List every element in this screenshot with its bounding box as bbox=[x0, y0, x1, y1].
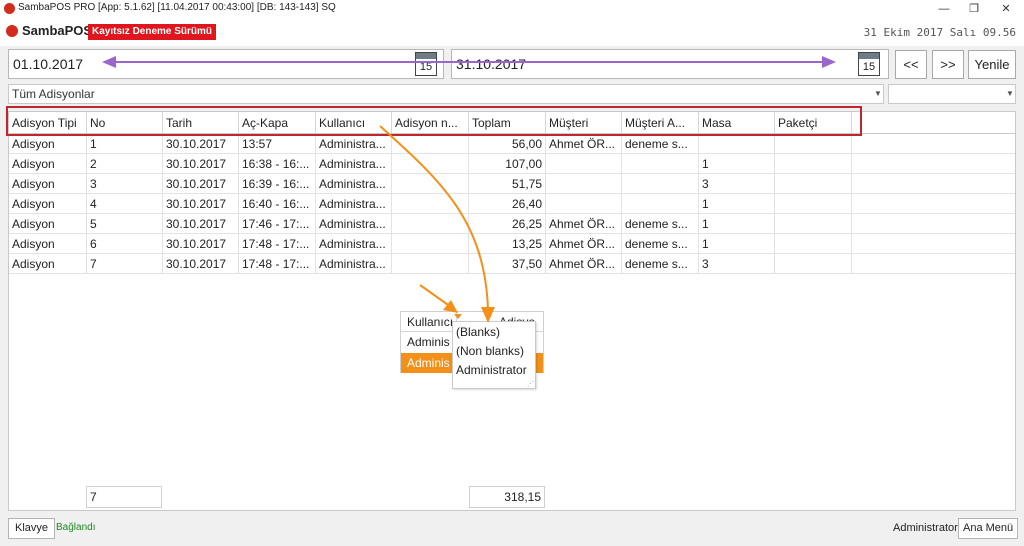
grid-cell-filler[interactable] bbox=[852, 254, 1015, 274]
grid-cell[interactable]: 1 bbox=[699, 214, 775, 234]
grid-cell[interactable]: Ahmet ÖR... bbox=[546, 234, 622, 254]
grid-cell[interactable] bbox=[622, 154, 699, 174]
brand-bar: SambaPOS Kayıtsız Deneme Sürümü 31 Ekim … bbox=[0, 18, 1024, 46]
app-icon bbox=[4, 3, 15, 14]
grid-cell[interactable]: 17:48 - 17:... bbox=[239, 254, 316, 274]
end-calendar-icon[interactable]: 15 bbox=[858, 52, 880, 76]
filter-option-administrator[interactable]: Administrator bbox=[456, 361, 527, 380]
close-button[interactable]: ✕ bbox=[990, 0, 1022, 18]
grid-cell[interactable]: 30.10.2017 bbox=[163, 134, 239, 154]
grid-cell[interactable] bbox=[775, 154, 852, 174]
window-title: SambaPOS PRO [App: 5.1.62] [11.04.2017 0… bbox=[18, 2, 336, 13]
grid-cell[interactable]: Ahmet ÖR... bbox=[546, 214, 622, 234]
chevron-down-icon: ▼ bbox=[1006, 89, 1014, 98]
grid-cell[interactable]: deneme s... bbox=[622, 254, 699, 274]
chevron-down-icon: ▼ bbox=[874, 89, 882, 98]
grid-cell[interactable]: 1 bbox=[699, 194, 775, 214]
resize-grip-icon[interactable]: ⋰ bbox=[527, 380, 534, 388]
grid-cell[interactable]: 3 bbox=[699, 254, 775, 274]
grid-cell-filler[interactable] bbox=[852, 234, 1015, 254]
grid-cell[interactable]: 30.10.2017 bbox=[163, 214, 239, 234]
grid-cell[interactable]: Adisyon bbox=[9, 194, 87, 214]
annotation-arrow-icon bbox=[379, 125, 495, 323]
grid-cell[interactable]: 30.10.2017 bbox=[163, 154, 239, 174]
grid-cell[interactable]: 16:39 - 16:... bbox=[239, 174, 316, 194]
minimize-button[interactable]: — bbox=[928, 0, 960, 18]
logo-icon bbox=[6, 25, 18, 37]
grid-cell[interactable]: deneme s... bbox=[622, 214, 699, 234]
grid-cell[interactable] bbox=[622, 174, 699, 194]
grid-cell[interactable]: Adisyon bbox=[9, 134, 87, 154]
footer-total: 318,15 bbox=[469, 486, 545, 508]
main-menu-button[interactable]: Ana Menü bbox=[958, 518, 1019, 539]
grid-cell[interactable] bbox=[775, 174, 852, 194]
grid-cell[interactable]: Ahmet ÖR... bbox=[546, 134, 622, 154]
title-bar: SambaPOS PRO [App: 5.1.62] [11.04.2017 0… bbox=[0, 0, 1024, 18]
footer-count: 7 bbox=[86, 486, 162, 508]
grid-cell[interactable] bbox=[546, 194, 622, 214]
trial-badge: Kayıtsız Deneme Sürümü bbox=[88, 24, 217, 40]
grid-cell-filler[interactable] bbox=[852, 214, 1015, 234]
grid-cell[interactable] bbox=[546, 154, 622, 174]
grid-cell[interactable] bbox=[775, 234, 852, 254]
start-date-value: 01.10.2017 bbox=[13, 56, 84, 72]
connection-status: Bağlandı bbox=[56, 522, 96, 533]
grid-cell[interactable]: 17:48 - 17:... bbox=[239, 234, 316, 254]
keyboard-button[interactable]: Klavye bbox=[8, 518, 56, 539]
grid-cell[interactable]: 30.10.2017 bbox=[163, 254, 239, 274]
grid-cell-filler[interactable] bbox=[852, 154, 1015, 174]
clock: 31 Ekim 2017 Salı 09.56 bbox=[863, 26, 1016, 39]
refresh-button[interactable]: Yenile bbox=[968, 50, 1016, 79]
grid-cell[interactable]: 30.10.2017 bbox=[163, 234, 239, 254]
grid-cell[interactable]: Adisyon bbox=[9, 214, 87, 234]
grid-cell[interactable] bbox=[775, 134, 852, 154]
grid-cell[interactable]: Adisyon bbox=[9, 234, 87, 254]
grid-cell[interactable]: 17:46 - 17:... bbox=[239, 214, 316, 234]
grid-cell[interactable] bbox=[775, 214, 852, 234]
next-period-button[interactable]: >> bbox=[932, 50, 964, 79]
grid-cell[interactable]: deneme s... bbox=[622, 134, 699, 154]
filter-example-row: Adminis bbox=[407, 335, 450, 349]
grid-cell[interactable]: 3 bbox=[699, 174, 775, 194]
grid-cell[interactable]: 16:40 - 16:... bbox=[239, 194, 316, 214]
grid-cell[interactable]: 4 bbox=[87, 194, 163, 214]
grid-cell[interactable]: 13:57 bbox=[239, 134, 316, 154]
grid-cell[interactable]: 30.10.2017 bbox=[163, 194, 239, 214]
grid-cell-filler[interactable] bbox=[852, 134, 1015, 154]
grid-cell-filler[interactable] bbox=[852, 174, 1015, 194]
logo-text: SambaPOS bbox=[22, 23, 93, 38]
column-header-filler bbox=[852, 112, 1015, 134]
grid-cell[interactable] bbox=[699, 134, 775, 154]
grid-cell[interactable]: 16:38 - 16:... bbox=[239, 154, 316, 174]
grid-cell[interactable]: Ahmet ÖR... bbox=[546, 254, 622, 274]
grid-cell[interactable]: 1 bbox=[699, 234, 775, 254]
grid-cell[interactable]: 2 bbox=[87, 154, 163, 174]
grid-cell[interactable] bbox=[546, 174, 622, 194]
grid-cell[interactable] bbox=[775, 254, 852, 274]
secondary-select[interactable]: ▼ bbox=[888, 84, 1016, 104]
date-range-arrow-icon bbox=[102, 56, 836, 68]
grid-cell[interactable]: 6 bbox=[87, 234, 163, 254]
grid-cell[interactable] bbox=[622, 194, 699, 214]
ticket-type-value: Tüm Adisyonlar bbox=[12, 87, 95, 101]
grid-cell[interactable]: 30.10.2017 bbox=[163, 174, 239, 194]
grid-cell[interactable]: Adisyon bbox=[9, 254, 87, 274]
grid-cell-filler[interactable] bbox=[852, 194, 1015, 214]
restore-button[interactable]: ❐ bbox=[958, 0, 990, 18]
grid-cell[interactable]: 7 bbox=[87, 254, 163, 274]
grid-cell[interactable]: 1 bbox=[699, 154, 775, 174]
current-user: Administrator bbox=[893, 522, 958, 534]
status-bar bbox=[0, 514, 1024, 546]
grid-cell[interactable]: Adisyon bbox=[9, 154, 87, 174]
grid-cell[interactable]: deneme s... bbox=[622, 234, 699, 254]
grid-cell[interactable]: 5 bbox=[87, 214, 163, 234]
prev-period-button[interactable]: << bbox=[895, 50, 927, 79]
grid-cell[interactable]: 1 bbox=[87, 134, 163, 154]
filter-dropdown: (Blanks) (Non blanks) Administrator ⋰ bbox=[452, 321, 536, 389]
grid-cell[interactable] bbox=[775, 194, 852, 214]
ticket-type-select[interactable]: Tüm Adisyonlar ▼ bbox=[8, 84, 884, 104]
filter-option-non-blanks[interactable]: (Non blanks) bbox=[456, 342, 524, 361]
grid-cell[interactable]: Adisyon bbox=[9, 174, 87, 194]
grid-cell[interactable]: 3 bbox=[87, 174, 163, 194]
